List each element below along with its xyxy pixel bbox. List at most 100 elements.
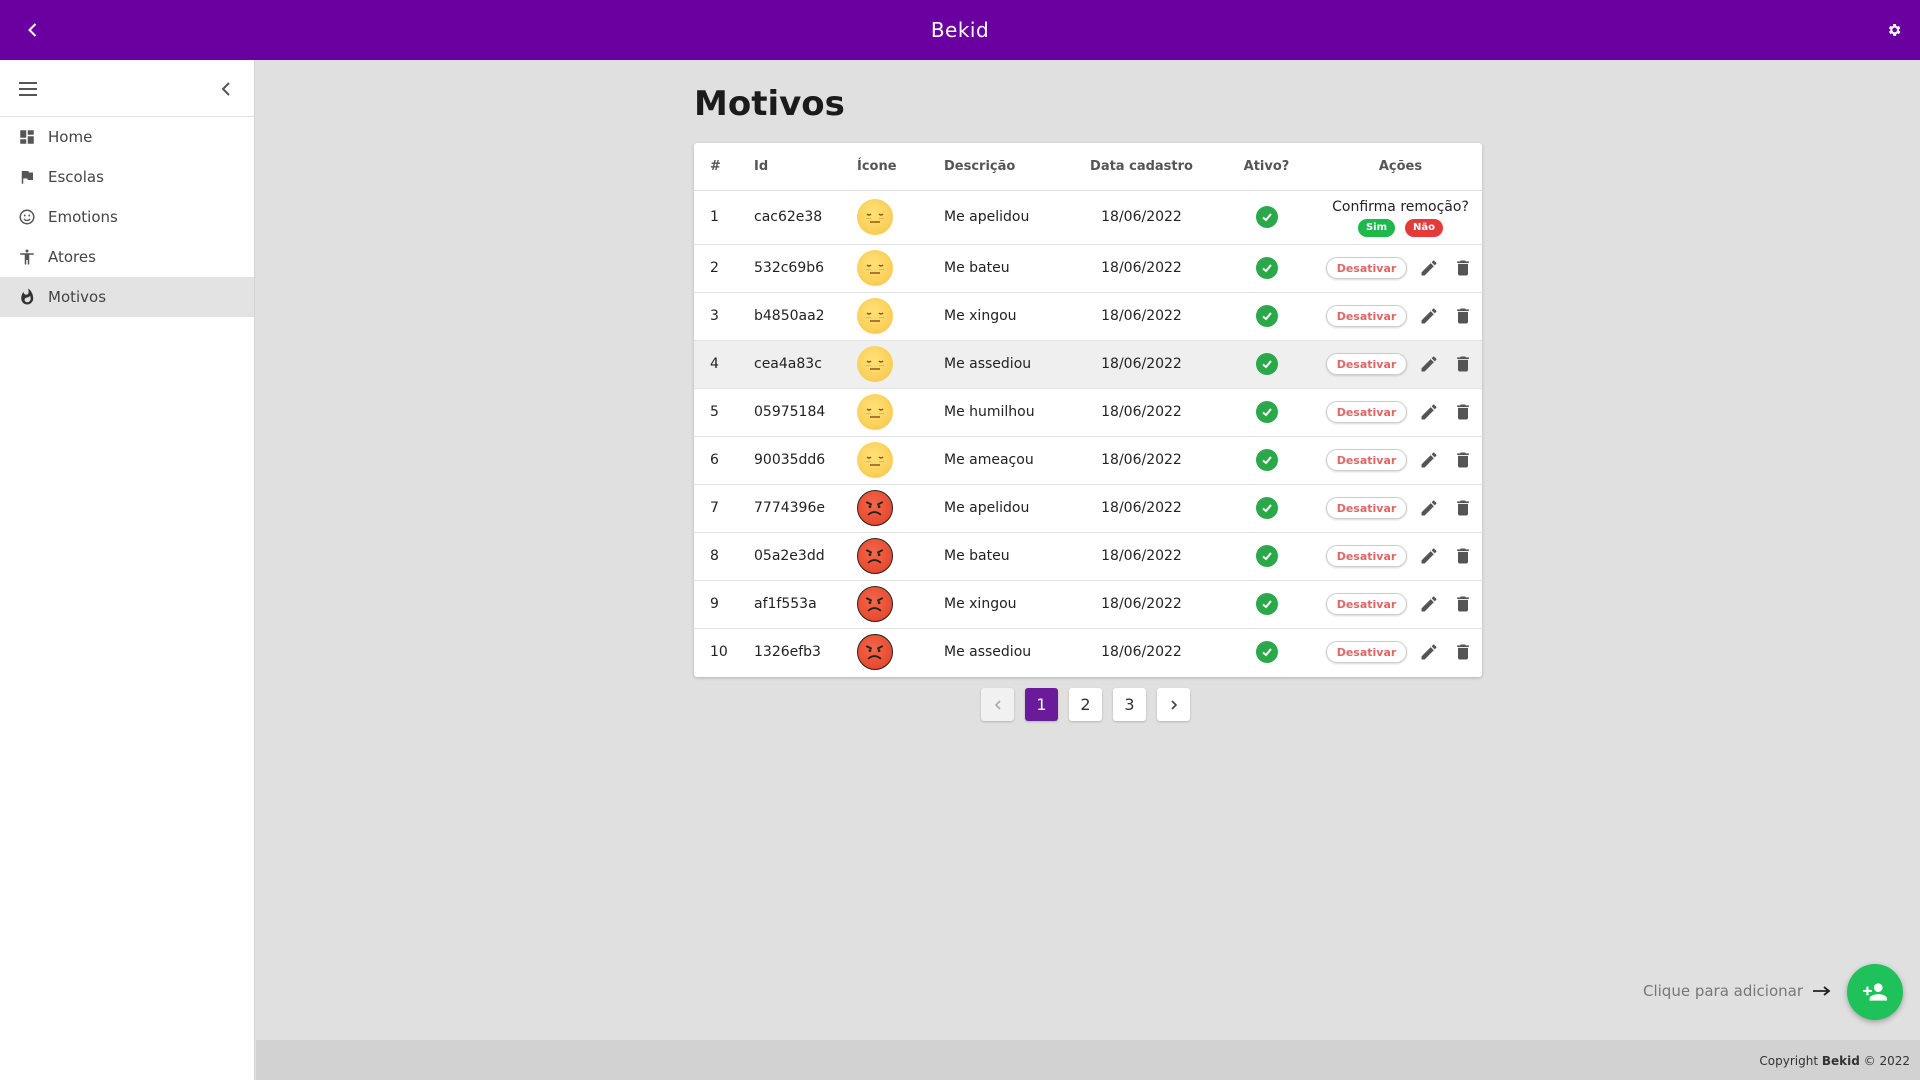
cell-description: Me apelidou <box>944 190 1069 245</box>
deactivate-button[interactable]: Desativar <box>1325 257 1408 279</box>
table-row[interactable]: 10 1326efb3 Me assediou 18/06/2022 Desativar <box>694 628 1482 676</box>
trash-icon <box>1453 306 1473 326</box>
sidebar-item-atores[interactable]: Atores <box>0 237 254 277</box>
edit-button[interactable] <box>1417 256 1441 280</box>
table-row[interactable]: 2 532c69b6 Me bateu 18/06/2022 Desativar <box>694 244 1482 293</box>
cell-icon <box>857 532 944 581</box>
next-page-button[interactable] <box>1157 688 1190 721</box>
delete-button[interactable] <box>1451 544 1475 568</box>
page-button-3[interactable]: 3 <box>1113 688 1146 721</box>
delete-button[interactable] <box>1451 304 1475 328</box>
cell-date: 18/06/2022 <box>1069 532 1214 581</box>
deactivate-button[interactable]: Desativar <box>1325 545 1408 567</box>
cell-id: cac62e38 <box>754 190 857 245</box>
deactivate-button[interactable]: Desativar <box>1325 401 1408 423</box>
edit-button[interactable] <box>1417 496 1441 520</box>
cell-id: cea4a83c <box>754 340 857 389</box>
edit-button[interactable] <box>1417 400 1441 424</box>
edit-button[interactable] <box>1417 592 1441 616</box>
row-actions: Desativar <box>1319 448 1482 472</box>
check-circle-icon <box>1255 305 1278 327</box>
table-row[interactable]: 3 b4850aa2 Me xingou 18/06/2022 Desativar <box>694 292 1482 341</box>
cell-icon <box>857 190 944 245</box>
check-circle-icon <box>1255 593 1278 615</box>
sidebar-item-motivos[interactable]: Motivos <box>0 277 254 317</box>
sidebar-header <box>0 60 254 117</box>
deactivate-button[interactable]: Desativar <box>1325 641 1408 664</box>
cell-active <box>1214 484 1319 533</box>
column-header-num[interactable]: # <box>694 143 754 191</box>
cell-active <box>1214 580 1319 629</box>
copyright: Copyright Bekid © 2022 <box>1759 1054 1910 1068</box>
sidebar: Home Escolas Emotions Atores Motivos <box>0 60 255 1080</box>
cell-num: 5 <box>694 388 754 437</box>
menu-button[interactable] <box>16 77 40 101</box>
edit-button[interactable] <box>1417 640 1441 664</box>
delete-button[interactable] <box>1451 640 1475 664</box>
settings-button[interactable] <box>1880 16 1908 44</box>
cell-actions: Desativar <box>1319 580 1482 629</box>
row-actions: Desativar <box>1319 400 1482 424</box>
column-header-description[interactable]: Descrição <box>944 143 1069 191</box>
delete-button[interactable] <box>1451 496 1475 520</box>
cell-description: Me bateu <box>944 532 1069 581</box>
cell-icon <box>857 292 944 341</box>
row-actions: Desativar <box>1319 592 1482 616</box>
cell-num: 4 <box>694 340 754 389</box>
deactivate-button[interactable]: Desativar <box>1325 305 1408 327</box>
page-button-1[interactable]: 1 <box>1025 688 1058 721</box>
cell-icon <box>857 580 944 629</box>
deactivate-button[interactable]: Desativar <box>1325 593 1408 615</box>
column-header-active[interactable]: Ativo? <box>1214 143 1319 191</box>
cell-id: 532c69b6 <box>754 244 857 293</box>
delete-button[interactable] <box>1451 592 1475 616</box>
cell-active <box>1214 190 1319 245</box>
cell-icon <box>857 340 944 389</box>
deactivate-button[interactable]: Desativar <box>1325 353 1408 375</box>
deactivate-button[interactable]: Desativar <box>1325 497 1408 519</box>
app-title: Bekid <box>930 18 990 42</box>
edit-button[interactable] <box>1417 448 1441 472</box>
column-header-id[interactable]: Id <box>754 143 857 191</box>
add-motivo-button[interactable] <box>1847 964 1903 1020</box>
table-row[interactable]: 6 90035dd6 Me ameaçou 18/06/2022 Desativar <box>694 436 1482 485</box>
delete-button[interactable] <box>1451 352 1475 376</box>
table-row[interactable]: 9 af1f553a Me xingou 18/06/2022 Desativar <box>694 580 1482 629</box>
cell-description: Me assediou <box>944 644 1032 661</box>
angry-face-icon <box>857 490 893 526</box>
footer: Copyright Bekid © 2022 <box>256 1040 1920 1080</box>
cell-icon <box>857 244 944 293</box>
delete-button[interactable] <box>1451 448 1475 472</box>
edit-button[interactable] <box>1417 352 1441 376</box>
pencil-icon <box>1419 594 1439 614</box>
sidebar-item-home[interactable]: Home <box>0 117 254 157</box>
trash-icon <box>1453 258 1473 278</box>
table-row[interactable]: 5 05975184 Me humilhou 18/06/2022 Desativar <box>694 388 1482 437</box>
sidebar-item-label: Home <box>48 128 93 146</box>
sidebar-item-escolas[interactable]: Escolas <box>0 157 254 197</box>
deactivate-button[interactable]: Desativar <box>1325 449 1408 471</box>
delete-button[interactable] <box>1451 256 1475 280</box>
collapse-sidebar-button[interactable] <box>214 77 238 101</box>
table-row[interactable]: 8 05a2e3dd Me bateu 18/06/2022 Desativar <box>694 532 1482 581</box>
check-circle-icon <box>1255 497 1278 519</box>
prev-page-button[interactable] <box>981 688 1014 721</box>
trash-icon <box>1453 450 1473 470</box>
page-button-2[interactable]: 2 <box>1069 688 1102 721</box>
column-header-icon[interactable]: Ícone <box>857 143 944 191</box>
sidebar-item-emotions[interactable]: Emotions <box>0 197 254 237</box>
delete-button[interactable] <box>1451 400 1475 424</box>
table-row[interactable]: 4 cea4a83c Me assediou 18/06/2022 Desativar <box>694 340 1482 389</box>
confirm-question: Confirma remoção? <box>1332 198 1469 215</box>
edit-button[interactable] <box>1417 304 1441 328</box>
table-row[interactable]: 7 7774396e Me apelidou 18/06/2022 Desativar <box>694 484 1482 533</box>
row-actions: Desativar <box>1319 304 1482 328</box>
table-row[interactable]: 1 cac62e38 Me apelidou 18/06/2022 Confirma r… <box>694 190 1482 245</box>
edit-button[interactable] <box>1417 544 1441 568</box>
cell-active <box>1214 436 1319 485</box>
confirm-yes-button[interactable]: Sim <box>1357 218 1396 237</box>
cell-icon <box>857 388 944 437</box>
column-header-date[interactable]: Data cadastro <box>1069 143 1214 191</box>
hamburger-icon <box>19 82 37 96</box>
confirm-no-button[interactable]: Não <box>1405 218 1444 237</box>
